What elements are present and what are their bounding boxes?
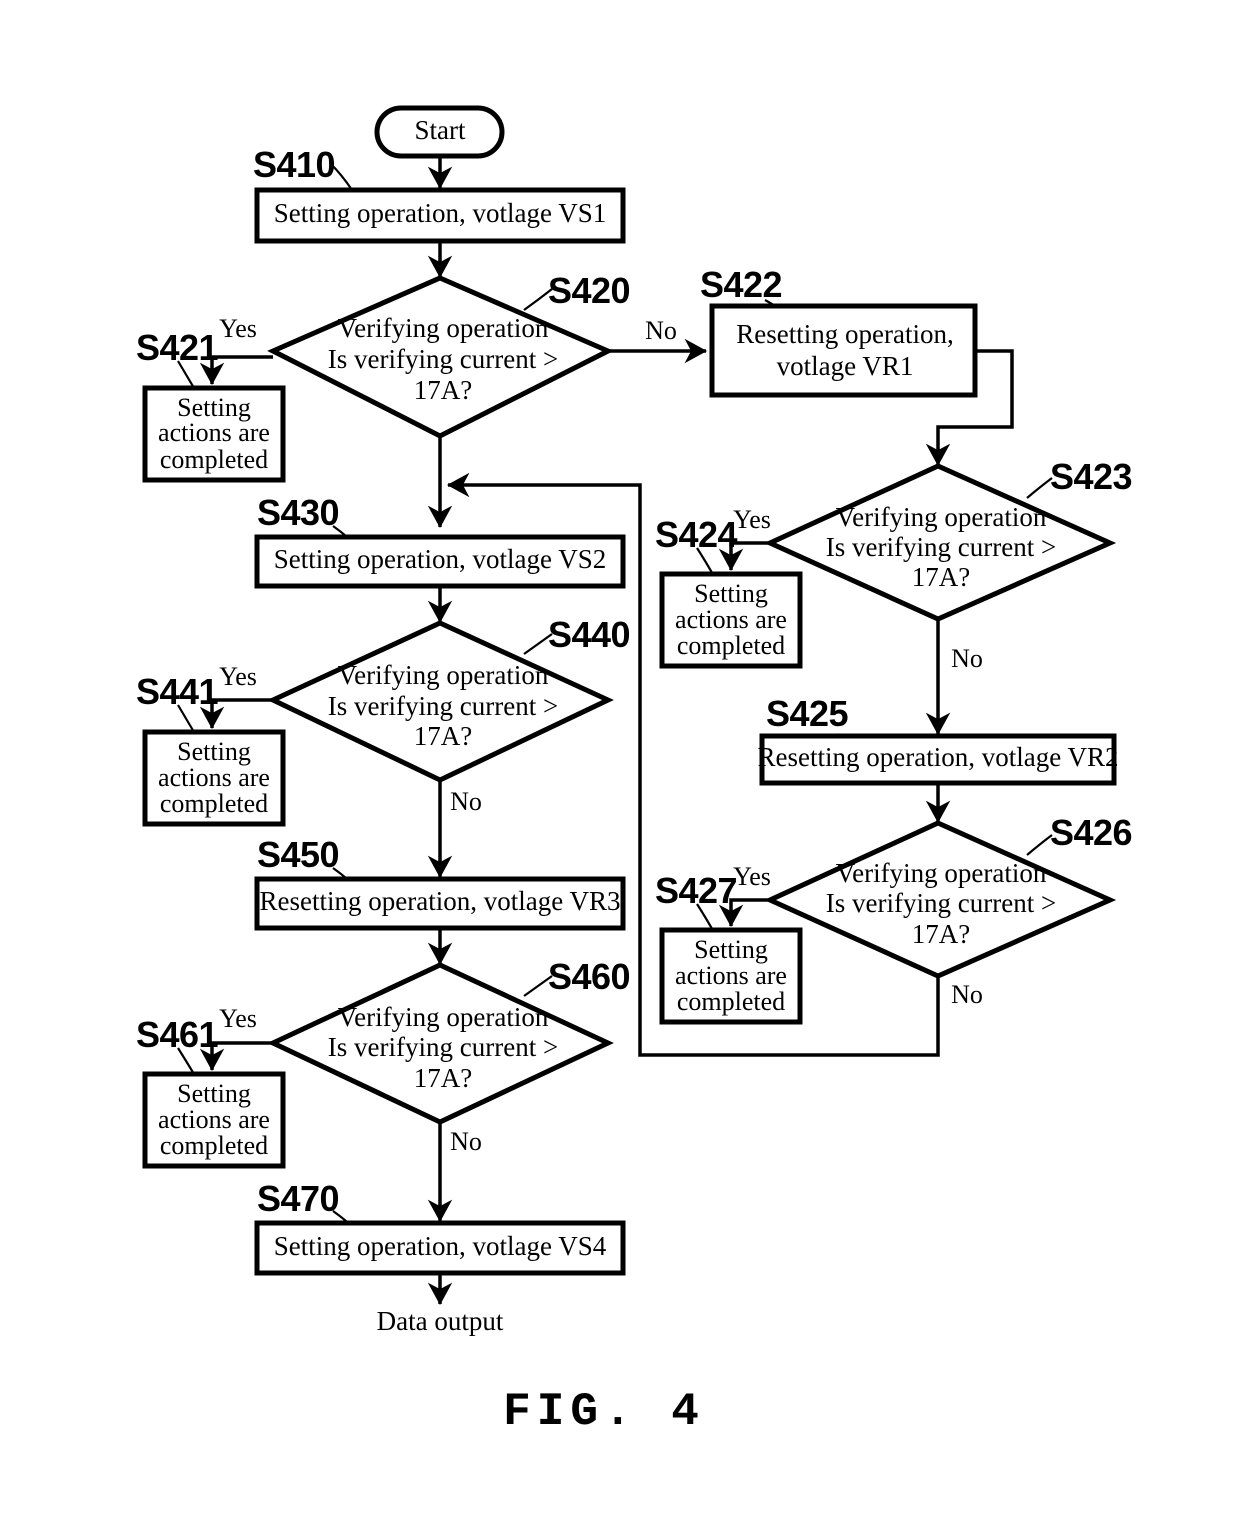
node-s441[interactable]: Setting actions are completed <box>142 729 286 827</box>
step-tag-s424: S424 <box>655 514 738 555</box>
node-s410-label: Setting operation, votlage VS1 <box>274 198 606 228</box>
node-s423-line1: Verifying operation <box>836 502 1047 532</box>
node-s426-line2: Is verifying current > <box>826 888 1056 918</box>
edge-s420-yes-to-s421 <box>199 355 273 386</box>
node-s424-line3: completed <box>677 631 785 660</box>
step-tag-s425: S425 <box>766 693 849 734</box>
node-s410[interactable]: Setting operation, votlage VS1 <box>254 187 626 244</box>
node-s422-line2: votlage VR1 <box>777 351 914 381</box>
step-tag-s420: S420 <box>548 270 630 311</box>
node-s441-line3: completed <box>160 789 268 818</box>
step-tag-s430: S430 <box>257 492 339 533</box>
edge-label-s423-yes: Yes <box>733 505 771 534</box>
node-s461-line3: completed <box>160 1131 268 1160</box>
node-s425-label: Resetting operation, votlage VR2 <box>758 742 1119 772</box>
node-s430-label: Setting operation, votlage VS2 <box>274 544 606 574</box>
node-s460-line3: 17A? <box>414 1063 472 1093</box>
node-data-output-label: Data output <box>377 1306 504 1336</box>
node-s461[interactable]: Setting actions are completed <box>142 1071 286 1169</box>
node-s421-line3: completed <box>160 445 268 474</box>
node-s422-line1: Resetting operation, <box>736 319 953 349</box>
node-s423-line2: Is verifying current > <box>826 532 1056 562</box>
node-s441-line1: Setting <box>177 737 251 766</box>
step-tag-s461: S461 <box>136 1014 219 1055</box>
node-s427-line1: Setting <box>694 935 768 964</box>
node-s420-line1: Verifying operation <box>338 313 549 343</box>
node-s461-line2: actions are <box>158 1105 270 1134</box>
node-s426-line1: Verifying operation <box>836 858 1047 888</box>
node-s427[interactable]: Setting actions are completed <box>659 927 803 1025</box>
edge-label-s426-yes: Yes <box>733 862 771 891</box>
figure-page: Start Setting operation, votlage VS1 S41… <box>0 0 1240 1533</box>
step-tag-s422: S422 <box>700 264 782 305</box>
node-s430[interactable]: Setting operation, votlage VS2 <box>254 534 626 589</box>
step-tag-s410: S410 <box>253 144 335 185</box>
figure-caption: FIG. 4 <box>503 1386 705 1438</box>
node-s440-line1: Verifying operation <box>338 660 549 690</box>
node-s461-line1: Setting <box>177 1079 251 1108</box>
node-s441-line2: actions are <box>158 763 270 792</box>
node-s460-line2: Is verifying current > <box>328 1032 558 1062</box>
step-tag-s470: S470 <box>257 1178 339 1219</box>
edge-s460-yes-to-s461 <box>199 1041 273 1072</box>
edge-label-s420-yes: Yes <box>219 314 257 343</box>
node-start-label: Start <box>415 115 466 145</box>
node-s450[interactable]: Resetting operation, votlage VR3 <box>254 876 626 931</box>
node-s440-line2: Is verifying current > <box>328 691 558 721</box>
leader-s423 <box>1026 477 1053 499</box>
edge-label-s460-yes: Yes <box>219 1004 257 1033</box>
edge-label-s426-no: No <box>951 980 983 1009</box>
node-s420-line2: Is verifying current > <box>328 344 558 374</box>
node-s421-line2: actions are <box>158 418 270 447</box>
node-s422[interactable]: Resetting operation, votlage VR1 <box>709 303 978 398</box>
node-s420-line3: 17A? <box>414 375 472 405</box>
node-s450-label: Resetting operation, votlage VR3 <box>260 886 621 916</box>
edge-label-s460-no: No <box>450 1127 482 1156</box>
flowchart-canvas: Start Setting operation, votlage VS1 S41… <box>136 105 1133 1438</box>
step-tag-s423: S423 <box>1050 456 1132 497</box>
node-s460-line1: Verifying operation <box>338 1002 549 1032</box>
step-tag-s460: S460 <box>548 956 630 997</box>
node-s424-line2: actions are <box>675 605 787 634</box>
step-tag-s427: S427 <box>655 870 737 911</box>
node-s421[interactable]: Setting actions are completed <box>142 385 286 483</box>
node-s424-line1: Setting <box>694 579 768 608</box>
node-s470[interactable]: Setting operation, votlage VS4 <box>254 1220 626 1276</box>
step-tag-s440: S440 <box>548 614 630 655</box>
node-s427-line2: actions are <box>675 961 787 990</box>
edge-label-s420-no: No <box>645 316 677 345</box>
node-s426-line3: 17A? <box>912 919 970 949</box>
node-s424[interactable]: Setting actions are completed <box>659 571 803 669</box>
edge-s440-yes-to-s441 <box>199 698 273 730</box>
step-tag-s421: S421 <box>136 327 219 368</box>
node-s440-line3: 17A? <box>414 721 472 751</box>
node-s427-line3: completed <box>677 987 785 1016</box>
node-start[interactable]: Start <box>374 105 505 159</box>
node-s423-line3: 17A? <box>912 562 970 592</box>
edge-label-s440-yes: Yes <box>219 662 257 691</box>
step-tag-s441: S441 <box>136 671 219 712</box>
step-tag-s426: S426 <box>1050 812 1132 853</box>
edge-label-s423-no: No <box>951 644 983 673</box>
leader-s426 <box>1026 834 1053 856</box>
step-tag-s450: S450 <box>257 834 339 875</box>
node-s470-label: Setting operation, votlage VS4 <box>274 1231 607 1261</box>
node-s425[interactable]: Resetting operation, votlage VR2 <box>758 733 1119 786</box>
edge-label-s440-no: No <box>450 787 482 816</box>
